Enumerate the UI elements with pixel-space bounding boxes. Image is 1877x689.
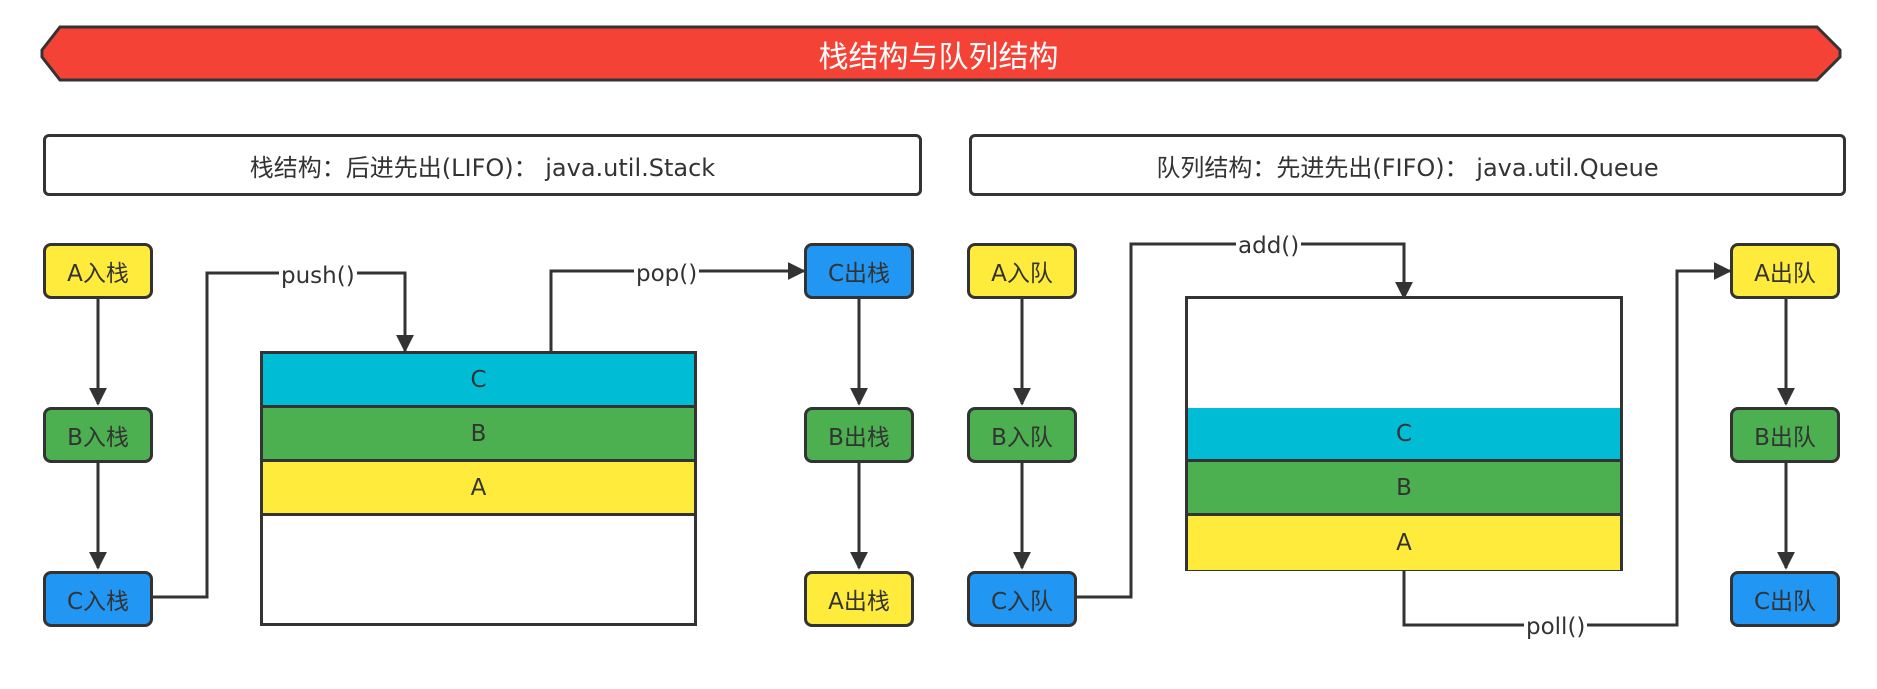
stack-layer-b: B <box>263 408 694 462</box>
dequeue-node-a: A出队 <box>1730 243 1840 299</box>
pop-node-a: A出栈 <box>804 571 914 627</box>
push-node-a: A入栈 <box>43 243 153 299</box>
push-node-b: B入栈 <box>43 407 153 463</box>
pop-node-c: C出栈 <box>804 243 914 299</box>
pop-label: pop() <box>634 260 700 288</box>
page-title: 栈结构与队列结构 <box>818 40 1059 75</box>
pop-node-b: B出栈 <box>804 407 914 463</box>
enqueue-node-c: C入队 <box>967 571 1077 627</box>
queue-caption: 队列结构：先进先出(FIFO)： java.util.Queue <box>969 134 1846 196</box>
queue-layer-a: A <box>1188 516 1620 570</box>
push-label: push() <box>279 262 357 290</box>
stack-layer-a: A <box>263 462 694 516</box>
push-node-c: C入栈 <box>43 571 153 627</box>
queue-container: C B A <box>1185 296 1623 571</box>
stack-layer-c: C <box>263 354 694 408</box>
stack-container: C B A <box>260 351 697 626</box>
enqueue-node-a: A入队 <box>967 243 1077 299</box>
queue-layer-b: B <box>1188 462 1620 516</box>
dequeue-node-b: B出队 <box>1730 407 1840 463</box>
poll-label: poll() <box>1524 613 1588 641</box>
add-label: add() <box>1236 232 1302 260</box>
stack-caption: 栈结构：后进先出(LIFO)： java.util.Stack <box>43 134 922 196</box>
enqueue-node-b: B入队 <box>967 407 1077 463</box>
queue-layer-c: C <box>1188 408 1620 462</box>
dequeue-node-c: C出队 <box>1730 571 1840 627</box>
